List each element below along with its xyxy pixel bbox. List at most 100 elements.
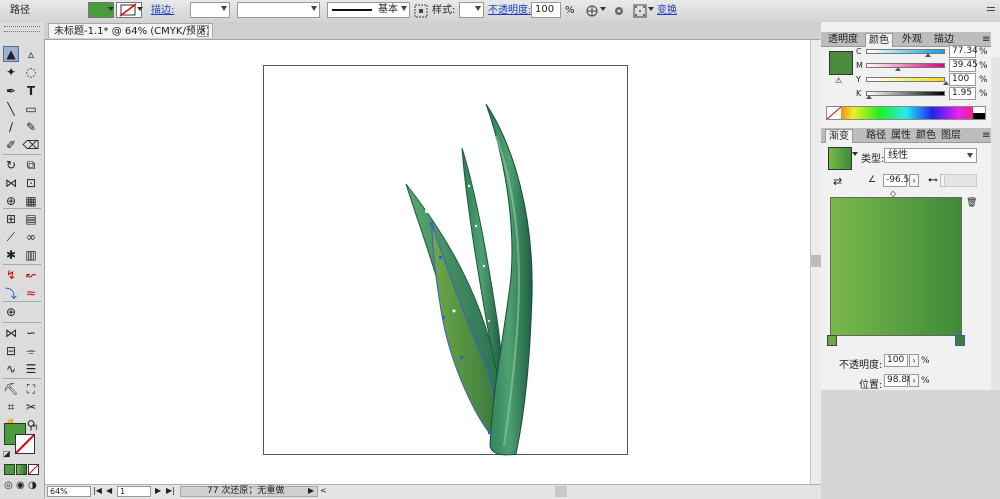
pencil-icon[interactable]: ✎: [23, 119, 39, 135]
color-spectrum-bar[interactable]: [826, 106, 986, 120]
stop-opacity-dropdown-icon[interactable]: ›: [909, 354, 919, 367]
envelope-icon[interactable]: ⋈: [3, 325, 19, 341]
type-tool-icon[interactable]: T: [23, 83, 39, 99]
stroke-color-box[interactable]: [15, 434, 35, 454]
gradient-preview-swatch[interactable]: [828, 147, 852, 170]
color-mode-icon[interactable]: [4, 464, 15, 475]
angle-dropdown-icon[interactable]: ›: [909, 174, 919, 187]
color-panel-fill-swatch[interactable]: [829, 51, 853, 75]
channel-slider[interactable]: [866, 77, 945, 82]
zoom-level-field[interactable]: 64%: [47, 486, 91, 497]
page-number-field[interactable]: 1: [117, 486, 151, 497]
default-colors-icon[interactable]: ◪: [3, 449, 11, 458]
graphic-style-dropdown[interactable]: [459, 2, 484, 18]
stroke-dropdown-icon[interactable]: [137, 7, 143, 11]
artboard-tool-icon[interactable]: ⊟: [3, 343, 19, 359]
channel-slider-thumb[interactable]: [925, 53, 932, 57]
crosshair-icon[interactable]: ⊕: [3, 304, 19, 320]
artboard[interactable]: [263, 65, 629, 456]
scale-tool-icon[interactable]: ⧉: [23, 157, 39, 173]
stop-position-dropdown-icon[interactable]: ›: [909, 374, 919, 387]
blob-brush-icon[interactable]: ✐: [3, 137, 19, 153]
control-bar-menu-icon[interactable]: [985, 4, 997, 16]
horizontal-scroll-thumb[interactable]: [555, 486, 567, 497]
opacity-input[interactable]: 100: [531, 2, 561, 18]
swap-colors-icon[interactable]: ↰: [31, 423, 39, 433]
gear-icon[interactable]: [612, 4, 626, 18]
draw-mode-icon[interactable]: ◎: [4, 480, 13, 491]
free-transform-icon[interactable]: ⊡: [23, 175, 39, 191]
opacity-label-link[interactable]: 不透明度:: [488, 3, 531, 18]
close-tab-icon[interactable]: ✕: [197, 25, 209, 37]
tab-color[interactable]: 颜色: [865, 33, 893, 47]
channel-slider-thumb[interactable]: [895, 67, 902, 71]
selection-tool-icon[interactable]: ▲: [3, 46, 19, 62]
mesh-tool-icon[interactable]: ⊞: [3, 211, 19, 227]
transform-grid-icon[interactable]: [633, 4, 647, 18]
channel-slider[interactable]: [866, 63, 945, 68]
reference-point-dropdown-icon[interactable]: [648, 7, 654, 11]
smooth-tool-icon[interactable]: ↜: [23, 267, 39, 283]
live-paint-select-icon[interactable]: ⛶: [23, 381, 39, 397]
width-tool-icon[interactable]: ⋈: [3, 175, 19, 191]
gradient-preview-dropdown-icon[interactable]: [852, 152, 858, 156]
gradient-mode-icon[interactable]: [16, 464, 27, 475]
tab-layers[interactable]: 图层: [938, 129, 964, 142]
eraser-icon[interactable]: ⌫: [23, 137, 40, 153]
gradient-preview-box[interactable]: [830, 197, 962, 336]
shape-builder-icon[interactable]: ⊕: [3, 193, 19, 209]
leaf-artwork[interactable]: [264, 66, 629, 456]
scroll-left-icon[interactable]: <: [320, 486, 327, 495]
path-eraser-icon[interactable]: ≈: [23, 285, 39, 301]
tab-color-2[interactable]: 颜色: [913, 129, 939, 142]
document-tab[interactable]: 未标题-1.1* @ 64% (CMYK/预览) ✕: [48, 23, 213, 38]
stroke-weight-dropdown[interactable]: [190, 2, 230, 18]
angle-input[interactable]: -96.5: [883, 174, 909, 187]
live-paint-icon[interactable]: ⛏: [3, 381, 19, 397]
gradient-stop-right[interactable]: [955, 335, 965, 346]
gradient-stop-left[interactable]: [827, 335, 837, 346]
screen-mode-icon[interactable]: ◑: [28, 480, 37, 491]
tools-panel-grip[interactable]: [4, 26, 40, 32]
brush-dropdown[interactable]: 基本: [327, 2, 410, 18]
channel-value-input[interactable]: 77.34: [949, 45, 978, 58]
column-graph-icon[interactable]: ▥: [23, 247, 39, 263]
pen-tool-icon[interactable]: ✒: [3, 83, 19, 99]
panel-menu-icon[interactable]: ≡: [979, 129, 993, 142]
first-page-icon[interactable]: |◀: [93, 486, 102, 495]
stop-position-input[interactable]: 98.88: [884, 374, 913, 387]
black-swatch[interactable]: [973, 113, 985, 119]
line-tool-icon[interactable]: ╲: [3, 101, 19, 117]
status-menu-arrow-icon[interactable]: ▶: [308, 486, 314, 495]
recolor-dropdown-icon[interactable]: [600, 7, 606, 11]
tab-attributes[interactable]: 属性: [888, 129, 914, 142]
blend-tool-icon[interactable]: ∞: [23, 229, 39, 245]
reverse-gradient-icon[interactable]: ⇄: [833, 175, 842, 188]
channel-slider-thumb[interactable]: [865, 95, 872, 99]
paintbrush-icon[interactable]: ∕: [3, 119, 19, 135]
rotate-tool-icon[interactable]: ↻: [3, 157, 19, 173]
variable-width-dropdown[interactable]: [237, 2, 320, 18]
slice-tool-icon[interactable]: ⌯: [23, 343, 39, 359]
channel-value-input[interactable]: 39.45: [949, 59, 978, 72]
gradient-panel-scrollbar[interactable]: [991, 144, 1000, 390]
tab-gradient[interactable]: 渐变: [825, 129, 853, 143]
recolor-icon[interactable]: [585, 4, 599, 18]
lasso-icon[interactable]: ◌: [23, 64, 39, 80]
eyedropper-icon[interactable]: ⟋: [3, 229, 19, 245]
last-page-icon[interactable]: ▶|: [166, 486, 175, 495]
align-icon[interactable]: [414, 4, 428, 18]
vertical-scroll-thumb[interactable]: [811, 255, 821, 267]
rectangle-tool-icon[interactable]: ▭: [23, 101, 39, 117]
stop-opacity-input[interactable]: 100: [884, 354, 908, 367]
delete-stop-icon[interactable]: 🗑: [966, 198, 977, 208]
tab-path[interactable]: 路径: [863, 129, 889, 142]
list-tool-icon[interactable]: ☰: [23, 361, 39, 377]
channel-slider[interactable]: [866, 91, 945, 96]
next-page-icon[interactable]: ▶: [155, 486, 161, 495]
magic-wand-icon[interactable]: ✦: [3, 64, 19, 80]
channel-slider[interactable]: [866, 49, 945, 54]
tab-transparency[interactable]: 透明度: [825, 33, 861, 46]
gradient-tool-icon[interactable]: ▤: [23, 211, 39, 227]
stroke-label-link[interactable]: 描边:: [151, 3, 174, 18]
